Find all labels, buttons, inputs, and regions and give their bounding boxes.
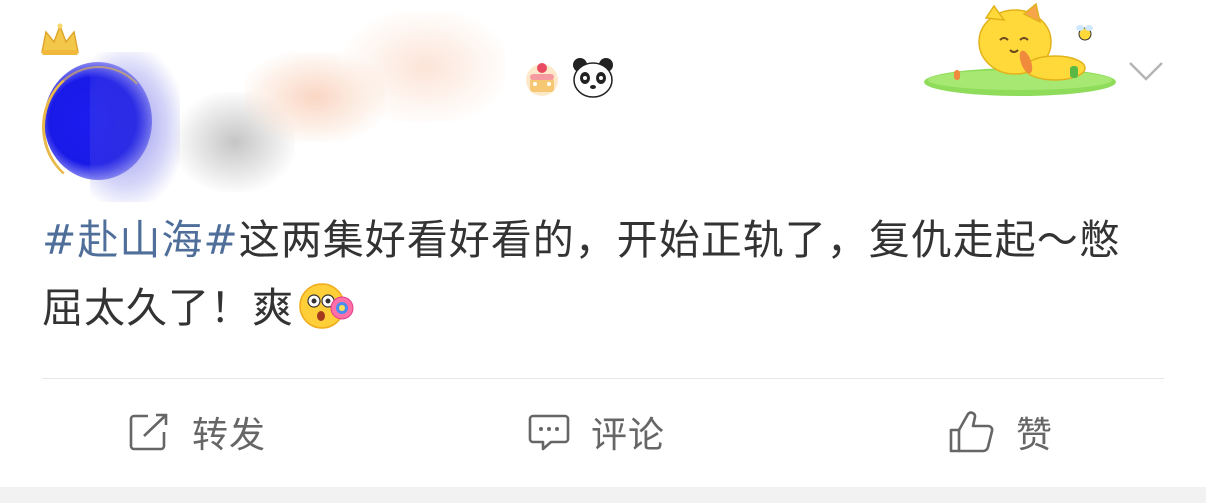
like-button[interactable]: 赞: [948, 406, 1053, 458]
comment-label: 评论: [591, 415, 666, 456]
panda-badge-icon[interactable]: [570, 56, 616, 100]
forward-button[interactable]: 转发: [128, 406, 266, 458]
share-icon: [129, 413, 168, 451]
blur-patch: [345, 12, 505, 122]
thumbs-up-icon: [949, 411, 994, 453]
comment-button[interactable]: 评论: [527, 406, 665, 458]
post-content: #赴山海#这两集好看好看的，开始正轨了，复仇走起～憋屈太久了！爽: [42, 206, 1152, 342]
avatar-frame: [42, 66, 155, 188]
card-decoration-chick-icon: [924, 2, 1116, 96]
cake-badge-icon[interactable]: [520, 56, 564, 100]
forward-label: 转发: [192, 415, 267, 456]
avatar[interactable]: [30, 22, 180, 202]
hashtag-link[interactable]: #赴山海#: [42, 216, 239, 264]
bottom-separator: [0, 487, 1206, 503]
divider: [42, 378, 1164, 379]
comment-icon: [528, 414, 570, 451]
like-label: 赞: [1016, 415, 1054, 456]
crown-icon: [41, 23, 79, 55]
action-bar: 转发 评论 赞: [0, 380, 1206, 485]
weibo-post-card: #赴山海#这两集好看好看的，开始正轨了，复仇走起～憋屈太久了！爽 转发 评论 赞: [0, 0, 1206, 487]
excited-face-emoji-icon: [299, 283, 354, 329]
chevron-down-icon[interactable]: [1126, 58, 1166, 84]
username-blurred[interactable]: [175, 12, 505, 197]
